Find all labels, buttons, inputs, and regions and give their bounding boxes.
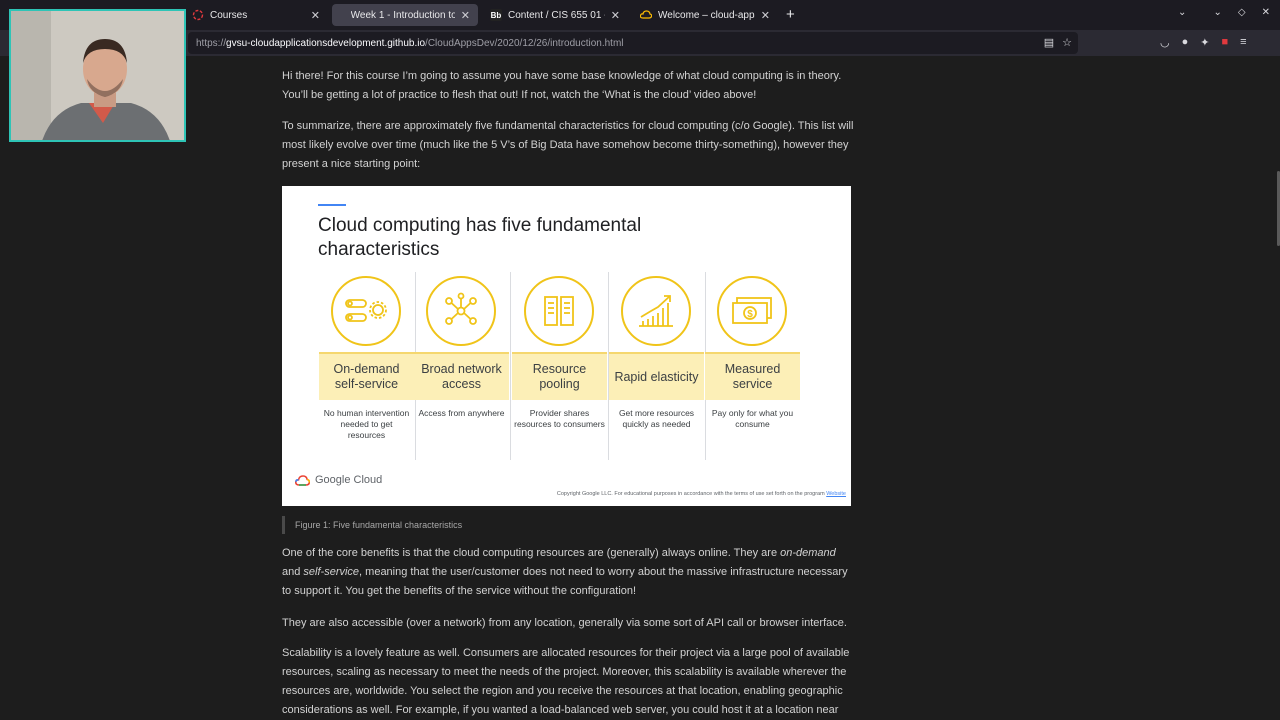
bb-icon: Bb (490, 9, 502, 21)
characteristic-desc: Access from anywhere (418, 408, 505, 418)
tab-week1[interactable]: Week 1 - Introduction to th ✕ (332, 4, 478, 26)
paragraph-access: They are also accessible (over a network… (282, 617, 847, 629)
url-scheme: https:// (196, 37, 227, 49)
close-tab-icon[interactable]: ✕ (305, 9, 320, 22)
characteristic-label: Broad network access (414, 352, 509, 400)
bookmark-star-icon[interactable]: ☆ (1062, 36, 1072, 49)
webcam-overlay (9, 9, 186, 142)
extension-icon[interactable]: ■ (1221, 36, 1228, 49)
paragraph-benefits: One of the core benefits is that the clo… (282, 547, 848, 597)
cloud-icon (640, 9, 652, 21)
loading-spinner-icon (192, 9, 204, 21)
paragraph-scalability: Scalability is a lovely feature as well.… (282, 647, 850, 716)
tab-strip: Courses ✕ Week 1 - Introduction to th ✕ … (0, 0, 1280, 30)
accent-line (318, 204, 346, 206)
close-window-icon[interactable]: ✕ (1262, 7, 1270, 18)
window-controls: ⌄ ◇ ✕ (1214, 7, 1270, 18)
characteristic-desc: Pay only for what you consume (711, 408, 794, 429)
page-viewport: Hi there! For this course I’m going to a… (0, 56, 1280, 720)
characteristic-network: Broad network access Access from anywher… (414, 272, 511, 460)
characteristic-elasticity: Rapid elasticity Get more resources quic… (609, 272, 706, 460)
url-bar[interactable]: https:// gvsu-cloudapplicationsdevelopme… (188, 32, 1078, 54)
dollar-bill-icon: $ (717, 276, 787, 346)
minimize-icon[interactable]: ⌄ (1214, 7, 1222, 18)
account-icon[interactable]: ● (1182, 36, 1189, 49)
close-tab-icon[interactable]: ✕ (755, 9, 770, 22)
close-tab-icon[interactable]: ✕ (605, 9, 620, 22)
maximize-icon[interactable]: ◇ (1238, 7, 1246, 18)
characteristic-on-demand: On-demand self-service No human interven… (319, 272, 416, 460)
tab-content-cis655[interactable]: Bb Content / CIS 655 01 - OL ✕ (482, 4, 628, 26)
toolbar-icons: ◡ ● ✦ ■ ≡ (1160, 36, 1247, 49)
menu-icon[interactable]: ≡ (1240, 36, 1246, 49)
tab-label: Courses (210, 9, 248, 21)
network-icon (426, 276, 496, 346)
brand-label: Google Cloud (315, 474, 383, 486)
google-cloud-icon (295, 474, 310, 486)
figure-caption: Figure 1: Five fundamental characteristi… (282, 516, 462, 534)
pocket-icon[interactable]: ◡ (1160, 36, 1170, 49)
google-cloud-logo: Google Cloud (295, 474, 382, 486)
url-host: gvsu-cloudapplicationsdevelopment.github… (226, 37, 426, 49)
list-all-tabs-icon[interactable]: ⌄ (1178, 7, 1186, 18)
new-tab-button[interactable]: + (786, 6, 795, 23)
reader-view-icon[interactable]: ▤ (1044, 36, 1054, 49)
characteristic-label: Measured service (705, 352, 800, 400)
characteristic-desc: No human intervention needed to get reso… (323, 408, 410, 440)
tab-label: Welcome – cloud-apps-de (658, 9, 755, 21)
tab-label: Content / CIS 655 01 - OL (508, 9, 605, 21)
close-tab-icon[interactable]: ✕ (455, 9, 470, 22)
characteristic-desc: Provider shares resources to consumers (514, 408, 605, 429)
extensions-icon[interactable]: ✦ (1200, 36, 1209, 49)
self-service-icon (331, 276, 401, 346)
copyright-notice: Copyright Google LLC. For educational pu… (556, 491, 846, 497)
nav-bar: https:// gvsu-cloudapplicationsdevelopme… (0, 30, 1280, 56)
figure-five-characteristics: Cloud computing has five fundamental cha… (282, 186, 851, 506)
figure-title: Cloud computing has five fundamental cha… (318, 215, 642, 260)
url-path: /CloudAppsDev/2020/12/26/introduction.ht… (425, 37, 624, 49)
paragraph-summary: To summarize, there are approximately fi… (282, 120, 854, 170)
characteristic-label: Resource pooling (512, 352, 607, 400)
characteristic-measured: $ Measured service Pay only for what you… (705, 272, 800, 460)
tab-courses[interactable]: Courses ✕ (184, 4, 328, 26)
characteristic-pooling: Resource pooling Provider shares resourc… (512, 272, 609, 460)
characteristic-label: On-demand self-service (319, 352, 414, 400)
characteristic-label: Rapid elasticity (609, 352, 704, 400)
website-link[interactable]: Website (826, 491, 846, 497)
presenter-video (11, 11, 184, 140)
tab-welcome-cloud-apps[interactable]: Welcome – cloud-apps-de ✕ (632, 4, 778, 26)
paragraph-intro: Hi there! For this course I’m going to a… (282, 70, 842, 101)
svg-text:$: $ (747, 309, 753, 320)
characteristic-desc: Get more resources quickly as needed (618, 408, 695, 429)
servers-icon (524, 276, 594, 346)
growth-chart-icon (621, 276, 691, 346)
tab-label: Week 1 - Introduction to th (350, 9, 455, 21)
